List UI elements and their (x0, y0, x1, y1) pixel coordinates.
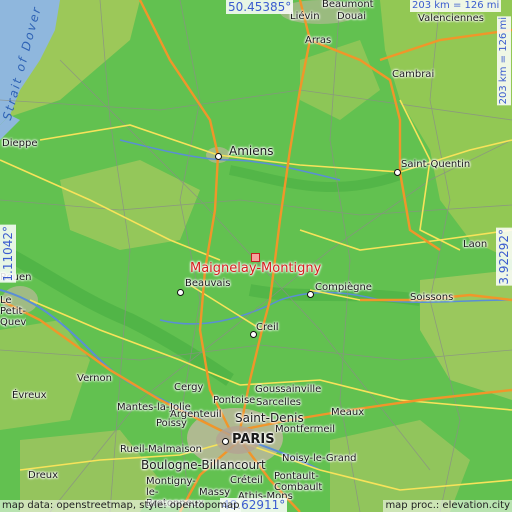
amiens-marker (215, 153, 222, 160)
place-meaux: Meaux (331, 407, 365, 418)
creil-marker (250, 331, 257, 338)
vertical-scale-label: 203 km = 126 mi (497, 16, 511, 106)
saint-quentin-marker (394, 169, 401, 176)
place-cergy: Cergy (174, 382, 204, 393)
place-vernon: Vernon (77, 373, 112, 384)
paris-marker (222, 438, 229, 445)
place-valenciennes: Valenciennes (418, 13, 484, 24)
place-massy: Massy (199, 487, 231, 498)
place-montfermeil: Montfermeil (275, 424, 336, 435)
place-rueil-malmaison: Rueil-Malmaison (120, 444, 203, 455)
place-amiens: Amiens (229, 144, 274, 158)
place-goussainville: Goussainville (255, 384, 322, 395)
place-paris: PARIS (232, 432, 275, 447)
place-lievin: Liévin (290, 11, 320, 22)
place-boulogne-billancourt: Boulogne-Billancourt (141, 458, 266, 472)
place-evreux: Évreux (12, 390, 47, 401)
place-dieppe: Dieppe (2, 138, 38, 149)
place-soissons: Soissons (410, 292, 454, 303)
place-saint-denis: Saint-Denis (235, 411, 304, 425)
place-pontoise: Pontoise (213, 395, 256, 406)
place-beauvais: Beauvais (185, 278, 231, 289)
north-latitude-label: 50.45385° (226, 0, 294, 14)
place-pontault-combault: Pontault-Combault (274, 471, 323, 493)
place-cambrai: Cambrai (392, 69, 435, 80)
place-beaumont: Beaumont (322, 0, 374, 10)
compiegne-marker (307, 291, 314, 298)
place-arras: Arras (305, 35, 332, 46)
place-sarcelles: Sarcelles (256, 397, 301, 408)
beauvais-marker (177, 289, 184, 296)
place-saint-quentin: Saint-Quentin (401, 159, 471, 170)
topographic-map[interactable]: Strait of Dover Liévin Beaumont Douai Va… (0, 0, 512, 512)
place-douai: Douai (337, 11, 367, 22)
west-longitude-label: 1.11042° (0, 225, 16, 283)
place-creil: Creil (256, 322, 279, 333)
horizontal-scale-label: 203 km = 126 mi (410, 0, 502, 12)
east-longitude-label: 3.92292° (496, 228, 512, 286)
place-compiegne: Compiègne (315, 282, 372, 293)
place-poissy: Poissy (156, 418, 187, 429)
place-laon: Laon (463, 239, 488, 250)
place-creteil: Créteil (230, 475, 263, 486)
credit-left: map data: openstreetmap, style: opentopo… (0, 500, 242, 512)
place-le-petit-quevilly: Le Petit-Quevilly (0, 295, 26, 328)
place-dreux: Dreux (28, 470, 58, 481)
target-location-label: Maignelay-Montigny (190, 261, 322, 276)
credit-right: map proc.: elevation.city (383, 500, 512, 512)
place-noisy-le-grand: Noisy-le-Grand (282, 453, 357, 464)
